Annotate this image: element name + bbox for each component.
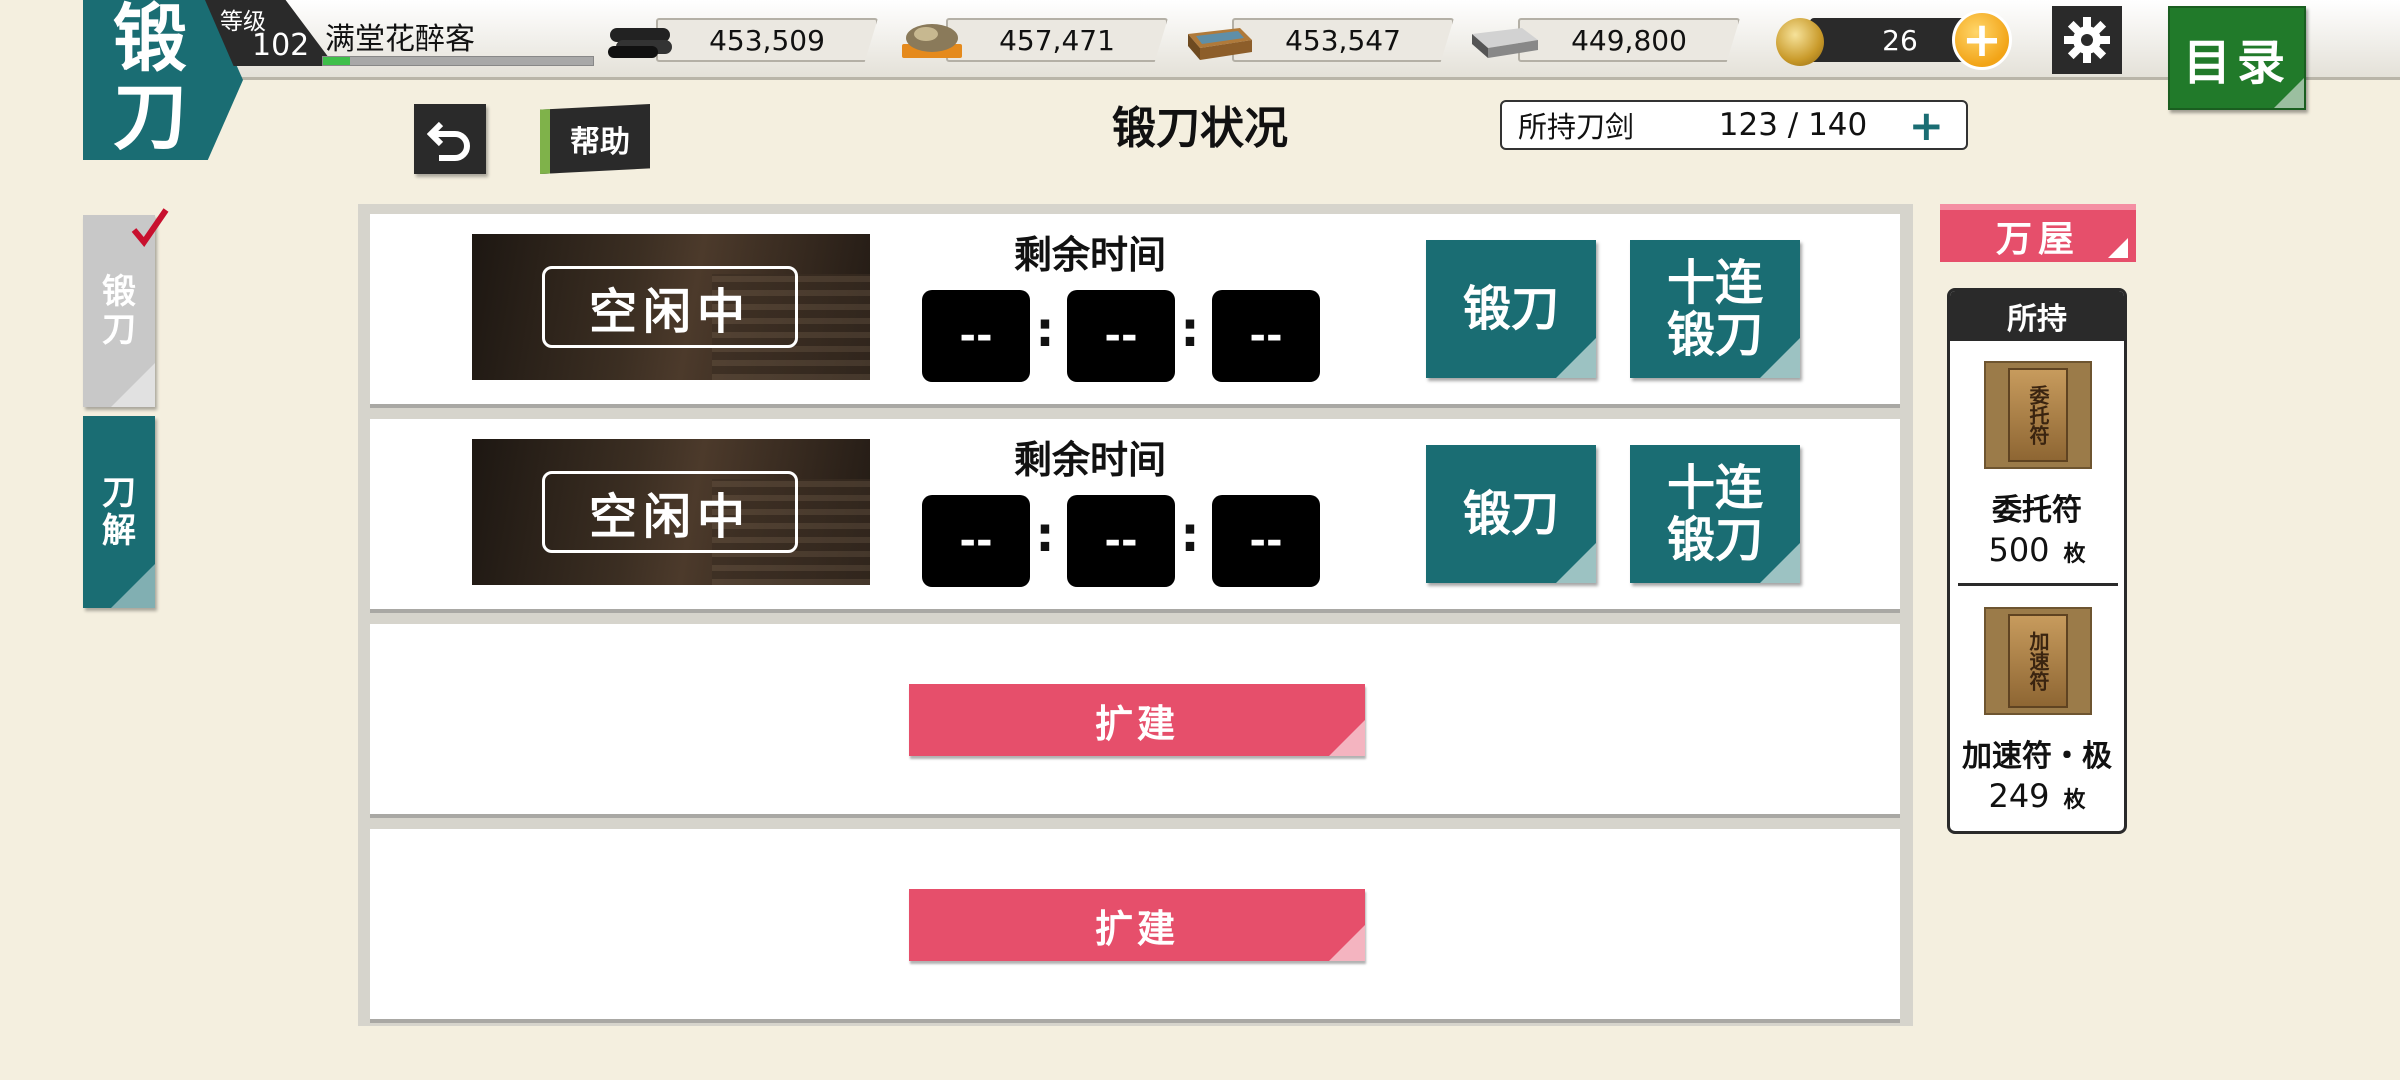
item-quantity-value: 500 xyxy=(1988,531,2050,569)
remaining-time-label: 剩余时间 xyxy=(1013,232,1166,277)
koban-coin-icon xyxy=(1776,18,1824,66)
timer-minutes: -- xyxy=(1067,290,1175,382)
item-unit: 枚 xyxy=(2063,541,2086,567)
page-tag-char-2: 刀 xyxy=(113,74,187,160)
back-button[interactable] xyxy=(414,104,486,174)
level-value: 102 xyxy=(252,28,310,63)
inventory-divider xyxy=(1958,583,2118,586)
timer-hours: -- xyxy=(922,290,1030,382)
timer-colon: : xyxy=(1035,507,1055,563)
tab-forge-label: 锻 刀 xyxy=(102,272,136,350)
expand-slot-button[interactable]: 扩建 xyxy=(909,684,1365,756)
exp-bar xyxy=(322,56,594,66)
expand-slot-button[interactable]: 扩建 xyxy=(909,889,1365,961)
locked-slot-3: 扩建 xyxy=(370,624,1900,818)
settings-button[interactable] xyxy=(2052,6,2122,74)
speedup-talisman-icon: 加速符 xyxy=(1984,607,2092,715)
sword-count-value: 123 / 140 xyxy=(1718,107,1868,143)
item-quantity-value: 249 xyxy=(1988,777,2050,815)
inventory-header: 所持 xyxy=(1950,291,2124,341)
request-talisman-icon: 委托符 xyxy=(1984,361,2092,469)
sword-count-label: 所持刀剑 xyxy=(1518,110,1635,144)
page-tag-char-1: 锻 xyxy=(113,0,187,82)
forge-ten-button[interactable]: 十连 锻刀 xyxy=(1630,445,1800,583)
resource-value: 453,547 xyxy=(1232,18,1454,62)
forge-ten-button-label: 十连 锻刀 xyxy=(1666,255,1763,363)
item-unit: 枚 xyxy=(2063,787,2086,813)
jewel-steel-icon xyxy=(902,24,962,58)
timer-seconds: -- xyxy=(1212,495,1320,587)
checkmark-icon xyxy=(131,208,169,247)
resource-value: 457,471 xyxy=(946,18,1168,62)
slot-status: 空闲中 xyxy=(542,471,798,553)
forge-ten-button-label: 十连 锻刀 xyxy=(1666,460,1763,568)
shop-button[interactable]: 万屋 xyxy=(1940,204,2136,262)
talisman-label: 加速符 xyxy=(2008,614,2068,708)
cooling-material-icon xyxy=(1188,28,1252,60)
sword-count: 所持刀剑 123 / 140 + xyxy=(1500,100,1968,150)
timer-colon: : xyxy=(1180,302,1200,358)
tab-dismantle[interactable]: 刀 解 xyxy=(83,416,155,608)
expand-sword-capacity-button[interactable]: + xyxy=(1909,105,1944,147)
page-title: 锻刀状况 xyxy=(1112,103,1288,154)
help-button[interactable]: 帮助 xyxy=(540,104,650,174)
gear-icon xyxy=(2064,17,2110,63)
forge-button[interactable]: 锻刀 xyxy=(1426,445,1596,583)
remaining-time-label: 剩余时间 xyxy=(1013,437,1166,482)
slot-status: 空闲中 xyxy=(542,266,798,348)
timer-colon: : xyxy=(1180,507,1200,563)
resource-value: 449,800 xyxy=(1518,18,1740,62)
charcoal-icon xyxy=(608,28,672,58)
add-coins-button[interactable]: + xyxy=(1952,10,2012,70)
exp-bar-fill xyxy=(323,57,350,65)
player-name: 满堂花醉客 xyxy=(325,22,475,57)
item-quantity: 500 枚 xyxy=(1950,531,2124,569)
resource-value: 453,509 xyxy=(656,18,878,62)
forge-button[interactable]: 锻刀 xyxy=(1426,240,1596,378)
locked-slot-4: 扩建 xyxy=(370,829,1900,1023)
timer-colon: : xyxy=(1035,302,1055,358)
timer-seconds: -- xyxy=(1212,290,1320,382)
talisman-label: 委托符 xyxy=(2008,368,2068,462)
forge-ten-button[interactable]: 十连 锻刀 xyxy=(1630,240,1800,378)
timer-hours: -- xyxy=(922,495,1030,587)
menu-button[interactable]: 目录 xyxy=(2168,6,2306,110)
inventory-panel: 所持 委托符 委托符 500 枚 加速符 加速符・极 249 枚 xyxy=(1947,288,2127,834)
forge-slot-image: 空闲中 xyxy=(472,234,870,380)
forge-slot-2: 空闲中 剩余时间 -- : -- : -- 锻刀 十连 锻刀 xyxy=(370,419,1900,613)
forge-slot-image: 空闲中 xyxy=(472,439,870,585)
item-quantity: 249 枚 xyxy=(1950,777,2124,815)
forge-button-label: 锻刀 xyxy=(1462,281,1559,337)
forge-button-label: 锻刀 xyxy=(1462,486,1559,542)
item-name: 加速符・极 xyxy=(1962,739,2112,774)
back-arrow-icon xyxy=(427,121,470,161)
forge-slot-1: 空闲中 剩余时间 -- : -- : -- 锻刀 十连 锻刀 xyxy=(370,214,1900,408)
forge-panel: 空闲中 剩余时间 -- : -- : -- 锻刀 十连 锻刀 空闲中 剩余时间 … xyxy=(358,204,1913,1026)
tab-dismantle-label: 刀 解 xyxy=(102,473,136,551)
timer-minutes: -- xyxy=(1067,495,1175,587)
item-name: 委托符 xyxy=(1992,493,2082,528)
whetstone-icon xyxy=(1472,28,1538,58)
